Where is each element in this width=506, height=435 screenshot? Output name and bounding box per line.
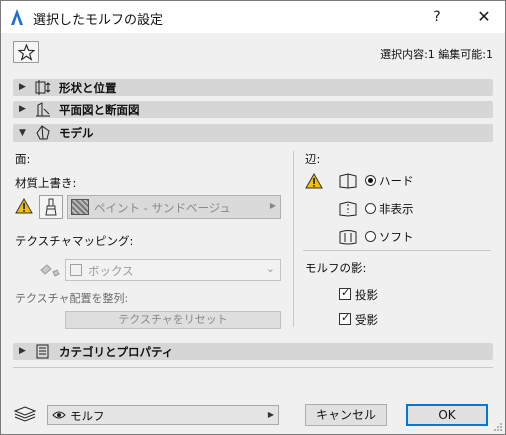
material-picker[interactable]: ペイント - サンドベージュ ▶ xyxy=(67,195,281,219)
align-texture-label: テクスチャ配置を整列: xyxy=(15,292,129,305)
layers-icon xyxy=(13,406,37,422)
edges-header: 辺: xyxy=(305,152,321,166)
checkmark-icon: ✓ xyxy=(341,311,351,324)
receive-shadow-label: 受影 xyxy=(355,313,378,327)
material-value: ペイント - サンドベージュ xyxy=(94,201,231,215)
hidden-edge-icon xyxy=(339,201,357,217)
help-button[interactable]: ? xyxy=(423,7,451,27)
box-mapping-icon xyxy=(70,264,82,276)
section-title: カテゴリとプロパティ xyxy=(59,345,174,359)
favorites-button[interactable] xyxy=(13,41,39,63)
section-plan-section[interactable]: ▶ 平面図と断面図 xyxy=(13,101,493,118)
texture-mapping-select[interactable]: ボックス ⌄ xyxy=(65,259,281,281)
morph-settings-dialog: 選択したモルフの設定 ? ✕ 選択内容:1 編集可能:1 ▶ 形状と位置 ▶ 平… xyxy=(0,0,506,435)
warning-icon xyxy=(15,198,33,214)
edge-hidden-radio[interactable] xyxy=(365,203,376,214)
section-title: 形状と位置 xyxy=(59,81,117,95)
column-divider xyxy=(293,151,294,327)
hard-edge-icon xyxy=(339,173,357,189)
edges-shadow-divider xyxy=(303,250,491,251)
section-model[interactable]: ▼ モデル xyxy=(13,124,493,142)
edge-soft-radio[interactable] xyxy=(365,231,376,242)
section-title: 平面図と断面図 xyxy=(59,103,140,117)
model-icon xyxy=(36,125,50,140)
layer-picker[interactable]: モルフ ▶ xyxy=(47,405,279,425)
paint-brush-icon xyxy=(45,198,57,216)
section-title: モデル xyxy=(59,126,94,140)
checkmark-icon: ✓ xyxy=(341,286,351,299)
layer-value: モルフ xyxy=(70,409,105,423)
close-button[interactable]: ✕ xyxy=(469,7,499,27)
resize-grip-icon[interactable] xyxy=(493,422,503,432)
footer-divider xyxy=(13,367,493,368)
texture-mapping-label: テクスチャマッピング: xyxy=(15,234,134,248)
warning-icon xyxy=(305,173,323,189)
cancel-button[interactable]: キャンセル xyxy=(305,404,387,426)
edge-hard-radio[interactable] xyxy=(365,175,376,186)
eye-icon xyxy=(52,411,66,419)
reset-texture-button[interactable]: テクスチャをリセット xyxy=(65,311,281,329)
plan-section-icon xyxy=(36,102,50,117)
receive-shadow-checkbox[interactable]: ✓ xyxy=(339,311,351,325)
expand-arrow-icon: ▶ xyxy=(19,346,26,356)
material-override-toggle[interactable] xyxy=(39,195,63,219)
face-header: 面: xyxy=(15,152,31,166)
title-bar: 選択したモルフの設定 ? ✕ xyxy=(1,1,505,33)
section-category-properties[interactable]: ▶ カテゴリとプロパティ xyxy=(13,343,493,360)
edge-hidden-label: 非表示 xyxy=(379,202,414,216)
collapse-arrow-icon: ▼ xyxy=(19,128,26,138)
chevron-down-icon: ⌄ xyxy=(265,262,275,275)
expand-arrow-icon: ▶ xyxy=(19,104,26,114)
expand-arrow-icon: ▶ xyxy=(19,82,26,92)
section-shape-position[interactable]: ▶ 形状と位置 xyxy=(13,79,493,96)
ok-button[interactable]: OK xyxy=(406,404,488,426)
selection-info: 選択内容:1 編集可能:1 xyxy=(380,48,493,61)
properties-list-icon xyxy=(36,344,49,359)
cast-shadow-checkbox[interactable]: ✓ xyxy=(339,286,351,300)
picker-arrow-icon: ▶ xyxy=(267,410,274,419)
shadow-header: モルフの影: xyxy=(305,261,367,275)
shape-position-icon xyxy=(35,80,51,95)
texture-mapping-value: ボックス xyxy=(88,264,134,278)
window-title: 選択したモルフの設定 xyxy=(33,13,164,28)
soft-edge-icon xyxy=(339,230,357,245)
texture-mapping-icon xyxy=(40,264,60,277)
star-icon xyxy=(18,44,35,61)
material-swatch xyxy=(71,199,89,215)
picker-arrow-icon: ▶ xyxy=(269,201,276,210)
material-override-label: 材質上書き: xyxy=(15,176,77,190)
cast-shadow-label: 投影 xyxy=(355,288,378,302)
archicad-logo-icon xyxy=(11,9,23,25)
edge-hard-label: ハード xyxy=(379,174,414,188)
edge-soft-label: ソフト xyxy=(379,230,414,244)
